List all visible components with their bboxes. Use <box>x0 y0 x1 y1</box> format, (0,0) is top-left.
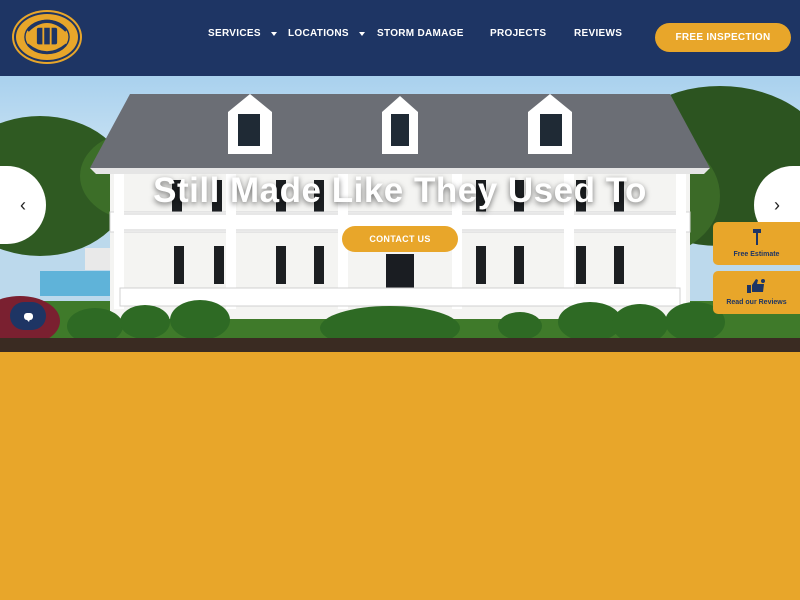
nav-item-storm-damage[interactable]: STORM DAMAGE <box>377 28 464 39</box>
site-header: SERVICES LOCATIONS STORM DAMAGE PROJECTS… <box>0 0 800 76</box>
free-estimate-label: Free Estimate <box>733 251 780 258</box>
hero-house-image <box>0 86 800 352</box>
nav-item-label: SERVICES <box>208 28 261 39</box>
nav-item-label: STORM DAMAGE <box>377 28 464 39</box>
chevron-down-icon <box>358 31 365 36</box>
free-estimate-tab[interactable]: Free Estimate <box>713 222 800 265</box>
company-logo[interactable] <box>14 12 80 62</box>
free-inspection-button[interactable]: FREE INSPECTION <box>655 23 791 52</box>
nav-item-label: PROJECTS <box>490 28 547 39</box>
hammer-icon <box>752 229 762 247</box>
nav-item-services[interactable]: SERVICES <box>208 28 277 39</box>
nav-item-label: REVIEWS <box>574 28 623 39</box>
contact-us-button[interactable]: CONTACT US <box>342 226 458 252</box>
chevron-right-icon: › <box>774 194 780 215</box>
chat-bubble-icon <box>23 312 33 322</box>
chevron-down-icon <box>270 31 277 36</box>
hero-slider: Still Made Like They Used To CONTACT US … <box>0 76 800 352</box>
nav-item-label: LOCATIONS <box>288 28 349 39</box>
hero-title: Still Made Like They Used To <box>153 171 647 210</box>
chevron-left-icon: ‹ <box>20 194 26 215</box>
nav-item-projects[interactable]: PROJECTS <box>490 28 546 39</box>
content-section <box>0 352 800 600</box>
nav-item-locations[interactable]: LOCATIONS <box>288 28 365 39</box>
chat-button[interactable] <box>10 302 46 330</box>
thumbs-up-icon <box>746 279 767 295</box>
read-reviews-label: Read our Reviews <box>726 299 787 306</box>
read-reviews-tab[interactable]: Read our Reviews <box>713 271 800 314</box>
nav-item-reviews[interactable]: REVIEWS <box>574 28 622 39</box>
